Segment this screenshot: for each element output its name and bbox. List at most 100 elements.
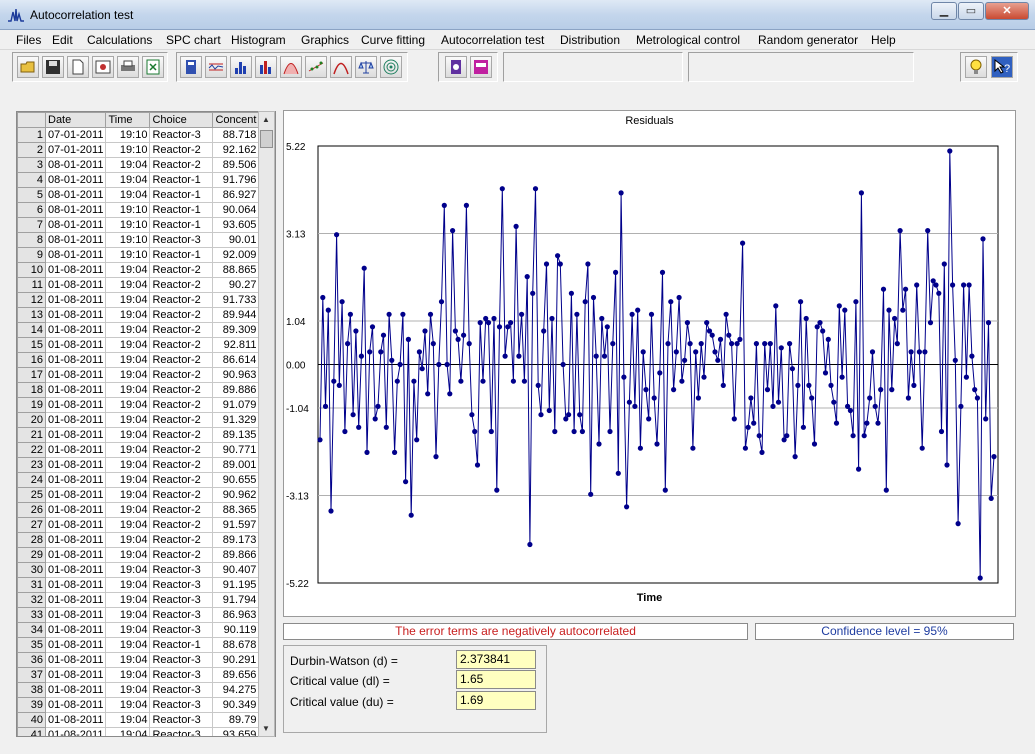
cell-time[interactable]: 19:04 bbox=[105, 532, 151, 548]
cell-concentration[interactable]: 92.162 bbox=[212, 142, 260, 158]
table-row[interactable]: 3 08-01-2011 19:04 Reactor-2 89.506 bbox=[17, 157, 260, 173]
cell-choice[interactable]: Reactor-2 bbox=[149, 442, 214, 458]
cell-choice[interactable]: Reactor-3 bbox=[149, 607, 214, 623]
table-row[interactable]: 28 01-08-2011 19:04 Reactor-2 89.173 bbox=[17, 532, 260, 548]
cell-time[interactable]: 19:04 bbox=[105, 337, 151, 353]
cell-time[interactable]: 19:04 bbox=[105, 682, 151, 698]
cell-concentration[interactable]: 90.291 bbox=[212, 652, 260, 668]
cell-choice[interactable]: Reactor-2 bbox=[149, 472, 214, 488]
menu-distribution[interactable]: Distribution bbox=[560, 33, 620, 47]
cell-time[interactable]: 19:04 bbox=[105, 277, 151, 293]
cell-concentration[interactable]: 89.866 bbox=[212, 547, 260, 563]
cell-concentration[interactable]: 89.135 bbox=[212, 427, 260, 443]
cell-time[interactable]: 19:04 bbox=[105, 577, 151, 593]
cell-choice[interactable]: Reactor-3 bbox=[149, 577, 214, 593]
cell-date[interactable]: 01-08-2011 bbox=[44, 652, 107, 668]
cell-time[interactable]: 19:04 bbox=[105, 487, 151, 503]
cell-choice[interactable]: Reactor-3 bbox=[149, 622, 214, 638]
cell-choice[interactable]: Reactor-2 bbox=[149, 427, 214, 443]
cell-concentration[interactable]: 90.771 bbox=[212, 442, 260, 458]
open-folder-icon[interactable] bbox=[17, 56, 39, 78]
table-row[interactable]: 34 01-08-2011 19:04 Reactor-3 90.119 bbox=[17, 622, 260, 638]
cell-time[interactable]: 19:04 bbox=[105, 292, 151, 308]
cell-time[interactable]: 19:10 bbox=[105, 127, 151, 143]
cell-choice[interactable]: Reactor-2 bbox=[149, 487, 214, 503]
cell-time[interactable]: 19:04 bbox=[105, 442, 151, 458]
cell-time[interactable]: 19:04 bbox=[105, 727, 151, 736]
table-row[interactable]: 11 01-08-2011 19:04 Reactor-2 90.27 bbox=[17, 277, 260, 293]
column-header-concentration[interactable]: Concent bbox=[212, 112, 260, 128]
cell-choice[interactable]: Reactor-2 bbox=[149, 142, 214, 158]
cell-date[interactable]: 01-08-2011 bbox=[44, 367, 107, 383]
cell-choice[interactable]: Reactor-3 bbox=[149, 682, 214, 698]
cell-time[interactable]: 19:04 bbox=[105, 172, 151, 188]
table-row[interactable]: 18 01-08-2011 19:04 Reactor-2 89.886 bbox=[17, 382, 260, 398]
curve-fitting-icon[interactable] bbox=[305, 56, 327, 78]
menu-graphics[interactable]: Graphics bbox=[301, 33, 349, 47]
cell-date[interactable]: 08-01-2011 bbox=[44, 217, 107, 233]
cell-date[interactable]: 01-08-2011 bbox=[44, 487, 107, 503]
cell-date[interactable]: 01-08-2011 bbox=[44, 727, 107, 736]
cell-date[interactable]: 08-01-2011 bbox=[44, 232, 107, 248]
cell-date[interactable]: 01-08-2011 bbox=[44, 442, 107, 458]
cell-time[interactable]: 19:04 bbox=[105, 367, 151, 383]
cell-concentration[interactable]: 89.944 bbox=[212, 307, 260, 323]
target-icon[interactable] bbox=[380, 56, 402, 78]
table-row[interactable]: 19 01-08-2011 19:04 Reactor-2 91.079 bbox=[17, 397, 260, 413]
table-row[interactable]: 20 01-08-2011 19:04 Reactor-2 91.329 bbox=[17, 412, 260, 428]
cell-concentration[interactable]: 90.963 bbox=[212, 367, 260, 383]
cell-time[interactable]: 19:04 bbox=[105, 472, 151, 488]
cell-date[interactable]: 01-08-2011 bbox=[44, 337, 107, 353]
cell-time[interactable]: 19:04 bbox=[105, 322, 151, 338]
table-row[interactable]: 38 01-08-2011 19:04 Reactor-3 94.275 bbox=[17, 682, 260, 698]
cell-concentration[interactable]: 93.659 bbox=[212, 727, 260, 736]
cell-date[interactable]: 01-08-2011 bbox=[44, 667, 107, 683]
cell-date[interactable]: 08-01-2011 bbox=[44, 202, 107, 218]
cell-concentration[interactable]: 92.811 bbox=[212, 337, 260, 353]
cell-time[interactable]: 19:10 bbox=[105, 202, 151, 218]
grid-vertical-scrollbar[interactable]: ▲ ▼ bbox=[258, 111, 275, 737]
cell-date[interactable]: 01-08-2011 bbox=[44, 682, 107, 698]
cell-time[interactable]: 19:04 bbox=[105, 667, 151, 683]
cell-date[interactable]: 01-08-2011 bbox=[44, 427, 107, 443]
table-row[interactable]: 8 08-01-2011 19:10 Reactor-3 90.01 bbox=[17, 232, 260, 248]
menu-curve-fitting[interactable]: Curve fitting bbox=[361, 33, 425, 47]
cell-date[interactable]: 01-08-2011 bbox=[44, 382, 107, 398]
cell-choice[interactable]: Reactor-3 bbox=[149, 712, 214, 728]
cell-time[interactable]: 19:04 bbox=[105, 517, 151, 533]
cell-choice[interactable]: Reactor-1 bbox=[149, 172, 214, 188]
cell-time[interactable]: 19:10 bbox=[105, 232, 151, 248]
table-row[interactable]: 5 08-01-2011 19:04 Reactor-1 86.927 bbox=[17, 187, 260, 203]
cell-time[interactable]: 19:04 bbox=[105, 397, 151, 413]
column-header-time[interactable]: Time bbox=[105, 112, 151, 128]
cell-time[interactable]: 19:04 bbox=[105, 262, 151, 278]
cell-time[interactable]: 19:04 bbox=[105, 652, 151, 668]
cell-choice[interactable]: Reactor-2 bbox=[149, 277, 214, 293]
column-header-date[interactable]: Date bbox=[44, 112, 107, 128]
table-row[interactable]: 4 08-01-2011 19:04 Reactor-1 91.796 bbox=[17, 172, 260, 188]
scroll-up-arrow-icon[interactable]: ▲ bbox=[262, 115, 270, 124]
cell-concentration[interactable]: 86.614 bbox=[212, 352, 260, 368]
column-header-choice[interactable]: Choice bbox=[149, 112, 214, 128]
cell-date[interactable]: 01-08-2011 bbox=[44, 637, 107, 653]
critical-value-du-value[interactable]: 1.69 bbox=[456, 691, 536, 710]
cell-date[interactable]: 01-08-2011 bbox=[44, 322, 107, 338]
cell-choice[interactable]: Reactor-1 bbox=[149, 217, 214, 233]
cell-choice[interactable]: Reactor-1 bbox=[149, 202, 214, 218]
cell-concentration[interactable]: 90.349 bbox=[212, 697, 260, 713]
table-row[interactable]: 41 01-08-2011 19:04 Reactor-3 93.659 bbox=[17, 727, 260, 736]
cell-time[interactable]: 19:04 bbox=[105, 457, 151, 473]
export-icon[interactable] bbox=[142, 56, 164, 78]
cell-concentration[interactable]: 91.794 bbox=[212, 592, 260, 608]
cell-concentration[interactable]: 91.597 bbox=[212, 517, 260, 533]
cell-concentration[interactable]: 91.733 bbox=[212, 292, 260, 308]
cell-date[interactable]: 01-08-2011 bbox=[44, 292, 107, 308]
cell-date[interactable]: 07-01-2011 bbox=[44, 142, 107, 158]
table-row[interactable]: 29 01-08-2011 19:04 Reactor-2 89.866 bbox=[17, 547, 260, 563]
cell-choice[interactable]: Reactor-3 bbox=[149, 727, 214, 736]
cell-choice[interactable]: Reactor-1 bbox=[149, 637, 214, 653]
cell-choice[interactable]: Reactor-2 bbox=[149, 397, 214, 413]
cell-choice[interactable]: Reactor-2 bbox=[149, 517, 214, 533]
cell-time[interactable]: 19:04 bbox=[105, 562, 151, 578]
cell-concentration[interactable]: 90.962 bbox=[212, 487, 260, 503]
